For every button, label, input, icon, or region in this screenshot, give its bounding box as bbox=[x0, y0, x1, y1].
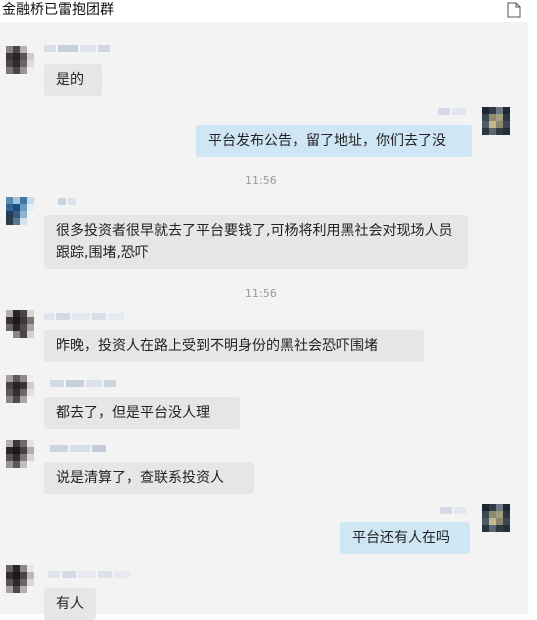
sender-name bbox=[44, 44, 110, 52]
chat-area[interactable]: 是的 平台发布公告，留了地址，你们去了没 11:56 很多投资者很早就去了平台要… bbox=[0, 22, 528, 620]
sender-name bbox=[58, 197, 76, 205]
sender-name bbox=[50, 379, 116, 387]
message-bubble: 很多投资者很早就去了平台要钱了,可杨将利用黑社会对现场人员跟踪,围堵,恐吓 bbox=[44, 215, 468, 269]
group-title: 金融桥已雷抱团群 bbox=[2, 2, 114, 18]
avatar[interactable] bbox=[482, 504, 510, 532]
message-bubble: 平台还有人在吗 bbox=[340, 522, 470, 554]
sender-name bbox=[50, 444, 106, 452]
avatar[interactable] bbox=[6, 375, 34, 403]
sender-name bbox=[438, 107, 466, 115]
title-bar: 金融桥已雷抱团群 bbox=[0, 0, 537, 22]
sender-name bbox=[440, 506, 466, 514]
timestamp: 11:56 bbox=[245, 287, 277, 300]
message-bubble: 平台发布公告，留了地址，你们去了没 bbox=[196, 125, 472, 157]
message-bubble: 都去了，但是平台没人理 bbox=[44, 397, 240, 429]
message-bubble: 说是清算了，查联系投资人 bbox=[44, 462, 254, 494]
avatar[interactable] bbox=[482, 107, 510, 135]
avatar[interactable] bbox=[6, 197, 34, 225]
message-bubble: 昨晚，投资人在路上受到不明身份的黑社会恐吓围堵 bbox=[44, 330, 424, 362]
sender-name bbox=[48, 570, 130, 578]
timestamp: 11:56 bbox=[245, 174, 277, 187]
avatar[interactable] bbox=[6, 310, 34, 338]
avatar[interactable] bbox=[6, 440, 34, 468]
avatar[interactable] bbox=[6, 46, 34, 74]
sender-name bbox=[44, 312, 124, 320]
avatar[interactable] bbox=[6, 565, 34, 593]
message-bubble: 是的 bbox=[44, 64, 102, 96]
message-bubble: 有人 bbox=[44, 588, 96, 620]
document-icon[interactable] bbox=[507, 2, 521, 18]
